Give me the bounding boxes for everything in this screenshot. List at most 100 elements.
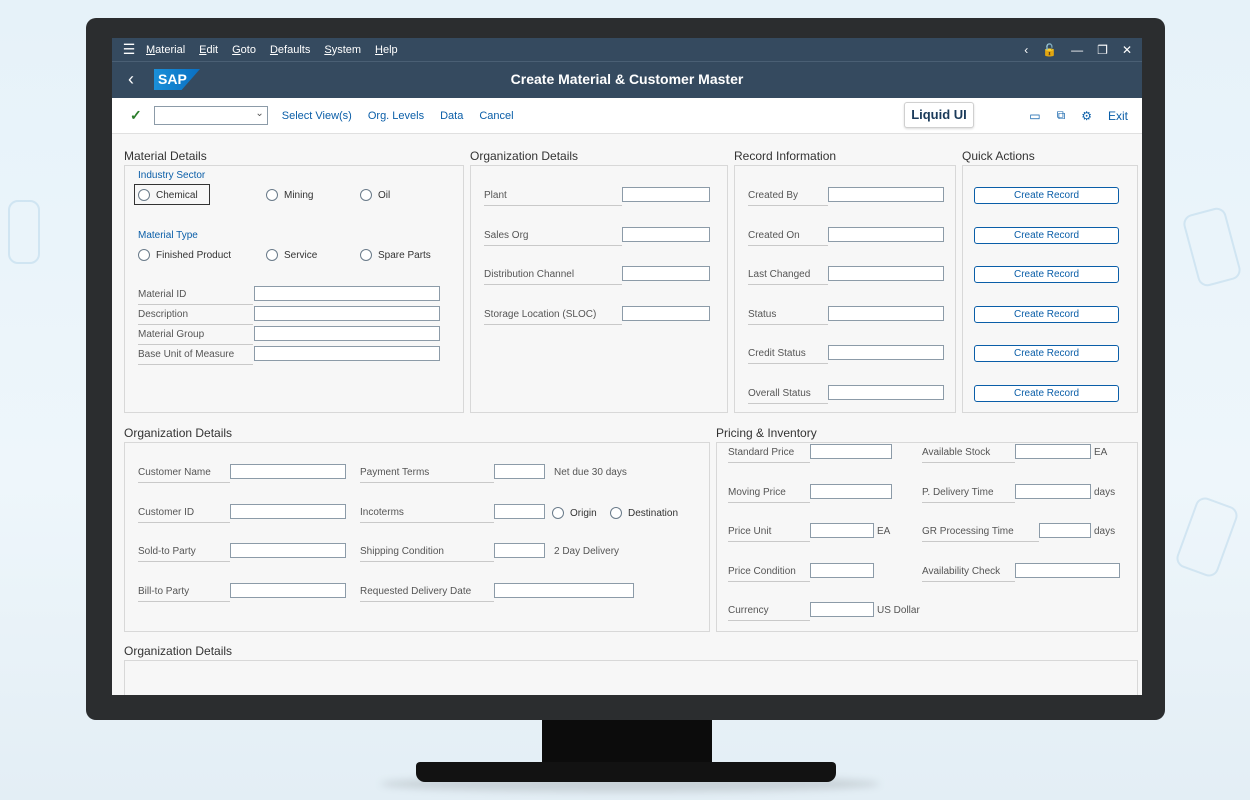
create-record-button[interactable]: Create Record [974,385,1119,402]
background-decoration [8,200,40,264]
price-condition-label: Price Condition [728,566,810,582]
radio-oil[interactable]: Oil [360,189,390,201]
requested-delivery-date-input[interactable] [494,583,634,598]
page-title: Create Material & Customer Master [510,71,744,87]
org-levels-link[interactable]: Org. Levels [368,110,424,122]
overall-status-label: Overall Status [748,388,828,404]
menu-bar: ☰ Material Edit Goto Defaults System Hel… [112,38,1142,61]
currency-suffix: US Dollar [877,605,920,616]
app-screen: ☰ Material Edit Goto Defaults System Hel… [112,38,1142,695]
cancel-link[interactable]: Cancel [479,110,513,122]
radio-destination[interactable]: Destination [610,507,678,519]
unlock-icon[interactable]: 🔓 [1042,43,1057,57]
select-views-link[interactable]: Select View(s) [282,110,352,122]
radio-finished-product[interactable]: Finished Product [138,249,231,261]
create-record-button[interactable]: Create Record [974,227,1119,244]
radio-label: Service [284,249,318,261]
p-delivery-time-input[interactable] [1015,484,1091,499]
customer-id-label: Customer ID [138,507,230,523]
create-record-button[interactable]: Create Record [974,187,1119,204]
menu-item-system[interactable]: System [324,44,361,56]
material-id-input[interactable] [254,286,440,301]
menu-item-goto[interactable]: Goto [232,44,256,56]
chevron-down-icon: ⌄ [255,108,264,119]
sales-org-label: Sales Org [484,230,622,246]
customer-name-input[interactable] [230,464,346,479]
plant-input[interactable] [622,187,710,202]
radio-label: Finished Product [156,249,232,261]
minimize-icon[interactable]: — [1071,43,1083,57]
payment-terms-input[interactable] [494,464,545,479]
layout-icon[interactable]: ▭ [1029,109,1040,123]
background-decoration [1181,205,1243,289]
monitor-base [416,762,836,782]
shipping-condition-input[interactable] [494,543,545,558]
created-on-input[interactable] [828,227,944,242]
material-id-label: Material ID [138,289,253,305]
create-record-button[interactable]: Create Record [974,306,1119,323]
incoterms-input[interactable] [494,504,545,519]
distribution-channel-input[interactable] [622,266,710,281]
collapse-icon[interactable]: ‹ [1024,43,1028,57]
command-dropdown[interactable]: ⌄ [153,106,268,125]
available-stock-input[interactable] [1015,444,1091,459]
create-record-button[interactable]: Create Record [974,345,1119,362]
last-changed-input[interactable] [828,266,944,281]
org-details-title: Organization Details [470,149,579,163]
customer-id-input[interactable] [230,504,346,519]
bill-to-party-input[interactable] [230,583,346,598]
availability-check-input[interactable] [1015,563,1120,578]
description-input[interactable] [254,306,440,321]
sales-org-input[interactable] [622,227,710,242]
create-record-button[interactable]: Create Record [974,266,1119,283]
price-condition-input[interactable] [810,563,874,578]
exit-button[interactable]: Exit [1108,109,1128,123]
new-window-icon[interactable]: ⧉ [1057,108,1066,123]
background-decoration [1173,494,1241,580]
liquid-ui-button[interactable]: Liquid UI [904,102,974,128]
sold-to-party-input[interactable] [230,543,346,558]
industry-sector-label: Industry Sector [138,170,206,181]
storage-location-label: Storage Location (SLOC) [484,309,622,325]
radio-service[interactable]: Service [266,249,317,261]
currency-input[interactable] [810,602,874,617]
standard-price-input[interactable] [810,444,892,459]
hamburger-menu-icon[interactable]: ☰ [112,41,146,58]
payment-terms-note: Net due 30 days [554,467,627,478]
radio-origin[interactable]: Origin [552,507,597,519]
status-input[interactable] [828,306,944,321]
availability-check-label: Availability Check [922,566,1015,582]
pricing-inventory-title: Pricing & Inventory [716,426,817,440]
data-link[interactable]: Data [440,110,463,122]
radio-mining[interactable]: Mining [266,189,313,201]
radio-label: Spare Parts [378,249,431,261]
radio-label: Oil [378,189,391,201]
created-on-label: Created On [748,230,828,246]
maximize-icon[interactable]: ❐ [1097,43,1108,57]
created-by-input[interactable] [828,187,944,202]
checkmark-icon[interactable]: ✓ [130,107,142,124]
radio-spare-parts[interactable]: Spare Parts [360,249,431,261]
price-unit-input[interactable] [810,523,874,538]
moving-price-input[interactable] [810,484,892,499]
record-info-title: Record Information [734,149,837,163]
settings-icon[interactable]: ⚙ [1081,109,1092,123]
main-content: Material Details Industry Sector Chemica… [112,132,1142,695]
base-unit-input[interactable] [254,346,440,361]
status-label: Status [748,309,828,325]
overall-status-input[interactable] [828,385,944,400]
available-stock-label: Available Stock [922,447,1015,463]
close-icon[interactable]: ✕ [1122,43,1132,57]
menu-item-help[interactable]: Help [375,44,398,56]
menu-item-edit[interactable]: Edit [199,44,218,56]
price-unit-label: Price Unit [728,526,810,542]
gr-processing-time-input[interactable] [1039,523,1091,538]
storage-location-input[interactable] [622,306,710,321]
material-group-input[interactable] [254,326,440,341]
payment-terms-label: Payment Terms [360,467,494,483]
credit-status-input[interactable] [828,345,944,360]
requested-delivery-date-label: Requested Delivery Date [360,586,494,602]
menu-item-defaults[interactable]: Defaults [270,44,310,56]
menu-item-material[interactable]: Material [146,44,185,56]
radio-chemical[interactable]: Chemical [138,189,198,201]
